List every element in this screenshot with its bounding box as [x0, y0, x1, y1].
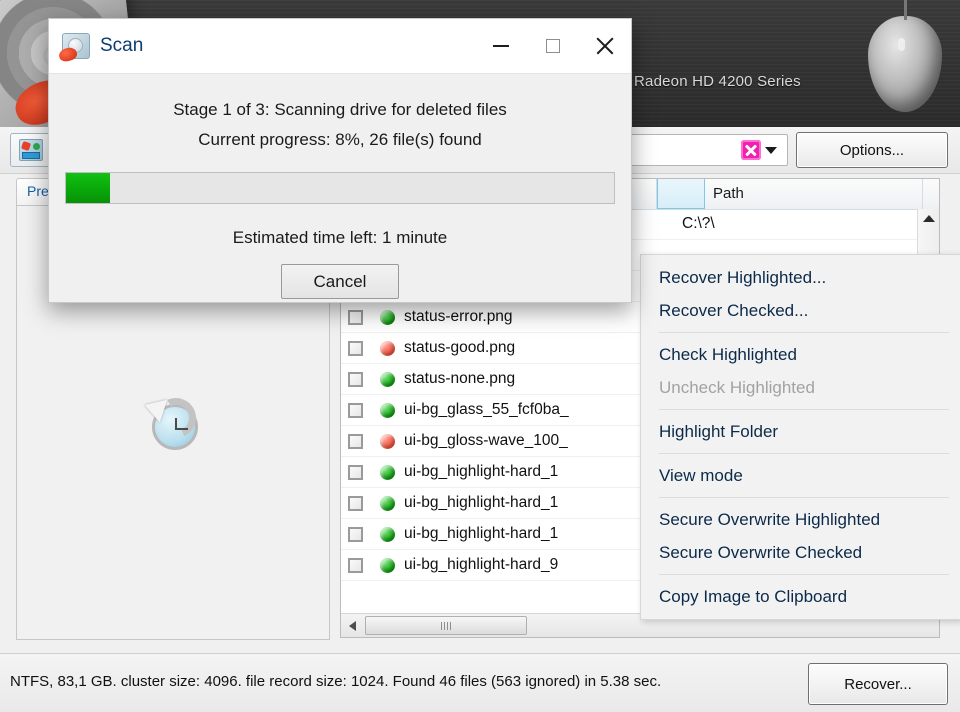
minimize-icon [493, 45, 509, 47]
menu-item[interactable]: Secure Overwrite Checked [641, 536, 960, 569]
recover-button-label: Recover... [844, 675, 912, 693]
status-bar: NTFS, 83,1 GB. cluster size: 4096. file … [0, 653, 960, 712]
row-checkbox[interactable] [348, 309, 363, 325]
chevron-down-icon[interactable] [765, 146, 777, 154]
row-file-name: ui-bg_gloss-wave_100_ [404, 432, 568, 449]
row-checkbox[interactable] [348, 371, 363, 387]
row-checkbox[interactable] [348, 340, 363, 356]
close-icon [595, 36, 615, 56]
maximize-button[interactable] [527, 19, 579, 73]
row-file-name: status-good.png [404, 339, 516, 356]
menu-item: Uncheck Highlighted [659, 378, 815, 397]
options-button[interactable]: Options... [796, 132, 948, 168]
scan-progress-text: Current progress: 8%, 26 file(s) found [198, 130, 482, 149]
tab-preview-label: Pre [27, 183, 49, 199]
recover-button[interactable]: Recover... [808, 663, 948, 705]
options-button-label: Options... [839, 141, 905, 159]
row-file-name: ui-bg_highlight-hard_1 [404, 463, 559, 480]
menu-item[interactable]: Copy Image to Clipboard [641, 580, 960, 613]
app-window: Radeon HD 4200 Series S Options... Pre [0, 0, 960, 712]
column-path[interactable]: Path [705, 179, 923, 209]
context-menu[interactable]: Recover Highlighted... Recover Checked...… [640, 254, 960, 620]
row-file-name: ui-bg_highlight-hard_1 [404, 494, 559, 511]
row-checkbox[interactable] [348, 495, 363, 511]
menu-separator [659, 332, 949, 333]
scan-stage-text: Stage 1 of 3: Scanning drive for deleted… [173, 100, 507, 119]
scroll-left-arrow-icon[interactable] [341, 615, 363, 636]
status-dot-icon [380, 402, 395, 418]
status-dot-icon [380, 495, 395, 511]
row-file-name: ui-bg_highlight-hard_9 [404, 556, 559, 573]
row-checkbox[interactable] [348, 464, 363, 480]
close-button[interactable] [579, 19, 631, 73]
maximize-icon [546, 39, 560, 53]
horizontal-scroll-thumb[interactable] [365, 616, 527, 635]
scan-drive-icon [62, 33, 90, 59]
menu-item[interactable]: View mode [641, 459, 960, 492]
minimize-button[interactable] [475, 19, 527, 73]
menu-separator [659, 497, 949, 498]
column-selected[interactable] [657, 179, 705, 209]
scan-icon [19, 139, 43, 161]
scan-dialog-title: Scan [100, 35, 144, 56]
status-dot-icon [380, 309, 395, 325]
status-text: NTFS, 83,1 GB. cluster size: 4096. file … [10, 673, 662, 690]
scan-progress-fill [66, 173, 110, 203]
menu-separator [659, 409, 949, 410]
scan-eta-text: Estimated time left: 1 minute [232, 228, 448, 247]
restore-clock-icon [140, 391, 202, 452]
row-file-name: ui-bg_glass_55_fcf0ba_ [404, 401, 569, 418]
row-file-name: status-error.png [404, 308, 513, 325]
row-checkbox[interactable] [348, 557, 363, 573]
status-dot-icon [380, 371, 395, 387]
menu-separator [659, 453, 949, 454]
scan-dialog-titlebar[interactable]: Scan [49, 19, 631, 74]
device-label: Radeon HD 4200 Series [634, 73, 801, 90]
row-file-name: ui-bg_highlight-hard_1 [404, 525, 559, 542]
menu-item[interactable]: Highlight Folder [641, 415, 960, 448]
scan-dialog-body: Stage 1 of 3: Scanning drive for deleted… [49, 100, 631, 299]
clear-filter-icon[interactable] [741, 140, 761, 160]
row-file-path: C:\?\ [682, 215, 715, 232]
status-dot-icon [380, 526, 395, 542]
status-dot-icon [380, 433, 395, 449]
row-checkbox[interactable] [348, 526, 363, 542]
menu-item[interactable]: Recover Highlighted... [641, 261, 960, 294]
row-checkbox[interactable] [348, 433, 363, 449]
status-dot-icon [380, 557, 395, 573]
row-file-name: status-none.png [404, 370, 516, 387]
computer-mouse-icon [868, 0, 942, 112]
status-dot-icon [380, 340, 395, 356]
menu-item[interactable]: Recover Checked... [641, 294, 960, 327]
scroll-up-arrow-icon[interactable] [918, 209, 939, 228]
cancel-button[interactable]: Cancel [281, 264, 399, 299]
menu-separator [659, 574, 949, 575]
cancel-button-label: Cancel [313, 271, 367, 291]
status-dot-icon [380, 464, 395, 480]
menu-item[interactable]: Secure Overwrite Highlighted [641, 503, 960, 536]
scan-progress-bar [65, 172, 615, 204]
menu-item[interactable]: Check Highlighted [641, 338, 960, 371]
scan-dialog: Scan Stage 1 of 3: Scanning drive for de… [48, 18, 632, 303]
row-checkbox[interactable] [348, 402, 363, 418]
